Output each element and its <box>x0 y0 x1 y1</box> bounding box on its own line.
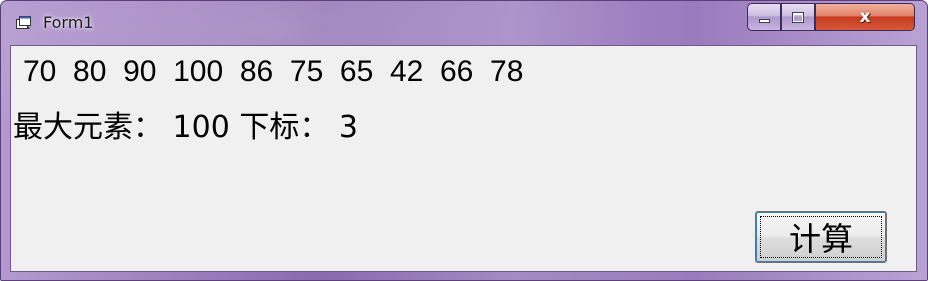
max-element-result-label: 最大元素： 100 下标： 3 <box>13 110 358 145</box>
maximize-button[interactable] <box>781 3 815 31</box>
minimize-button[interactable] <box>747 3 781 31</box>
form-app-icon <box>16 16 31 29</box>
maximize-icon <box>792 11 804 23</box>
caption-buttons: x <box>747 3 915 33</box>
array-values-label: 70 80 90 100 86 75 65 42 66 78 <box>23 55 524 88</box>
title-bar[interactable]: Form1 x <box>1 1 927 45</box>
calculate-button-label: 计算 <box>788 220 853 258</box>
close-button[interactable]: x <box>815 3 915 31</box>
form-client-area: 70 80 90 100 86 75 65 42 66 78 最大元素： 100… <box>10 45 917 272</box>
minimize-icon <box>758 19 770 23</box>
close-icon: x <box>859 7 871 27</box>
form1-window: Form1 x 70 80 90 100 86 75 65 42 66 78 最… <box>0 0 928 281</box>
calculate-button[interactable]: 计算 <box>755 211 887 263</box>
window-title: Form1 <box>43 13 94 32</box>
